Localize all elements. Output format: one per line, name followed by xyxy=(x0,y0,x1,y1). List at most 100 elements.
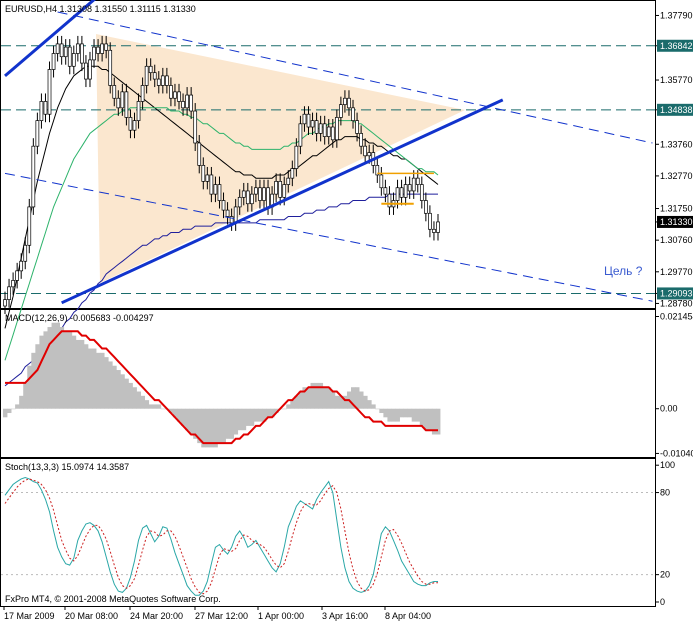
macd-histogram-bar xyxy=(427,408,433,431)
candle-body xyxy=(330,126,335,141)
stoch-tick-label: 80 xyxy=(660,488,670,498)
candle-body xyxy=(436,221,440,233)
candle-body xyxy=(432,228,436,233)
macd-histogram-bar xyxy=(92,348,97,409)
price-tag-label: 1.34838 xyxy=(660,105,693,115)
candle-body xyxy=(306,113,311,128)
macd-histogram-bar xyxy=(152,404,158,409)
candle-body xyxy=(310,120,315,128)
candle-body xyxy=(367,152,372,157)
candle-body xyxy=(116,97,121,109)
chart-canvas: 1.37790 1.36842 1.35770 1.34838 1.33760 1.327… xyxy=(0,0,693,624)
price-tick-label: 1.28780 xyxy=(660,298,693,308)
macd-title: MACD(12,26,9) -0.005683 -0.004297 xyxy=(5,313,154,323)
candle-body xyxy=(169,85,173,99)
macd-histogram-bar xyxy=(290,400,295,409)
candle-body xyxy=(189,94,193,112)
time-tick-label: 27 Mar 12:00 xyxy=(195,611,248,621)
candle-body xyxy=(156,78,161,86)
time-tick-label: 8 Apr 04:00 xyxy=(385,611,431,621)
candle-body xyxy=(181,101,185,109)
candle-body xyxy=(322,123,327,137)
candle-body xyxy=(136,101,141,121)
macd-histogram-bar xyxy=(47,327,52,409)
macd-histogram-bar xyxy=(286,404,291,409)
candle-body xyxy=(152,72,157,80)
candle-body xyxy=(302,113,307,125)
candle-body xyxy=(96,46,100,54)
macd-histogram-bar xyxy=(160,408,166,410)
macd-histogram-bar xyxy=(233,408,239,435)
macd-histogram-bar xyxy=(355,387,360,409)
candle-body xyxy=(120,91,125,109)
candle-body xyxy=(108,49,113,86)
macd-tick-label: 0.00 xyxy=(660,404,678,414)
macd-histogram-bar xyxy=(245,408,251,426)
macd-histogram-bar xyxy=(185,408,190,431)
price-tick-label: 1.32770 xyxy=(660,171,693,181)
candle-body xyxy=(351,107,355,121)
candle-body xyxy=(7,286,11,300)
macd-histogram-bar xyxy=(209,408,214,448)
candle-body xyxy=(282,184,287,198)
candle-body xyxy=(63,46,68,58)
macd-histogram-bar xyxy=(379,408,384,414)
candle-body xyxy=(39,101,44,121)
candle-body xyxy=(387,193,392,208)
candle-body xyxy=(193,110,198,144)
macd-histogram-bar xyxy=(156,404,162,409)
macd-histogram-bar xyxy=(237,408,243,431)
macd-histogram-bar xyxy=(23,382,28,409)
macd-histogram-bar xyxy=(11,408,16,410)
candle-body xyxy=(201,165,206,182)
macd-histogram-bar xyxy=(423,408,429,431)
candle-body xyxy=(75,43,80,54)
candle-body xyxy=(266,187,270,208)
candle-body xyxy=(355,120,359,134)
candle-body xyxy=(213,184,218,195)
candle-body xyxy=(233,206,238,224)
candle-body xyxy=(326,126,331,137)
candle-body xyxy=(100,43,104,54)
candle-body xyxy=(88,59,92,80)
macd-histogram-bar xyxy=(415,408,421,422)
stoch-tick-label: 100 xyxy=(660,460,675,470)
candle-body xyxy=(339,104,343,118)
candle-body xyxy=(160,75,165,86)
candle-body xyxy=(165,75,169,86)
macd-histogram-bar xyxy=(2,408,8,418)
candle-body xyxy=(314,120,319,134)
stoch-tick-label: 20 xyxy=(660,570,670,580)
candle-body xyxy=(205,174,210,182)
macd-histogram-bar xyxy=(205,408,210,448)
macd-histogram-bar xyxy=(407,408,413,418)
macd-histogram-bar xyxy=(403,408,409,418)
macd-histogram-bar xyxy=(419,408,425,426)
macd-histogram-bar xyxy=(31,352,36,409)
candle-body xyxy=(286,177,291,185)
candle-body xyxy=(262,187,266,201)
price-tick-label: 1.35770 xyxy=(660,75,693,85)
candle-body xyxy=(19,260,24,272)
macd-histogram-bar xyxy=(391,408,396,422)
price-tick-label: 1.37790 xyxy=(660,10,693,20)
candle-body xyxy=(59,43,64,58)
candle-body xyxy=(92,46,96,61)
candle-body xyxy=(55,43,60,54)
macd-histogram-bar xyxy=(144,400,150,409)
candle-body xyxy=(407,184,412,192)
macd-histogram-bar xyxy=(375,408,380,410)
candle-body xyxy=(209,174,214,195)
candle-body xyxy=(47,69,52,115)
candle-body xyxy=(144,65,149,86)
candle-body xyxy=(84,62,88,80)
macd-histogram-bar xyxy=(225,408,230,439)
candle-body xyxy=(424,200,428,214)
macd-histogram-bar xyxy=(367,400,372,409)
candle-body xyxy=(379,174,384,189)
macd-histogram-bar xyxy=(128,382,133,409)
macd-histogram-bar xyxy=(140,395,146,409)
macd-histogram-bar xyxy=(43,331,48,409)
time-tick-label: 1 Apr 00:00 xyxy=(258,611,304,621)
candle-body xyxy=(363,145,368,157)
